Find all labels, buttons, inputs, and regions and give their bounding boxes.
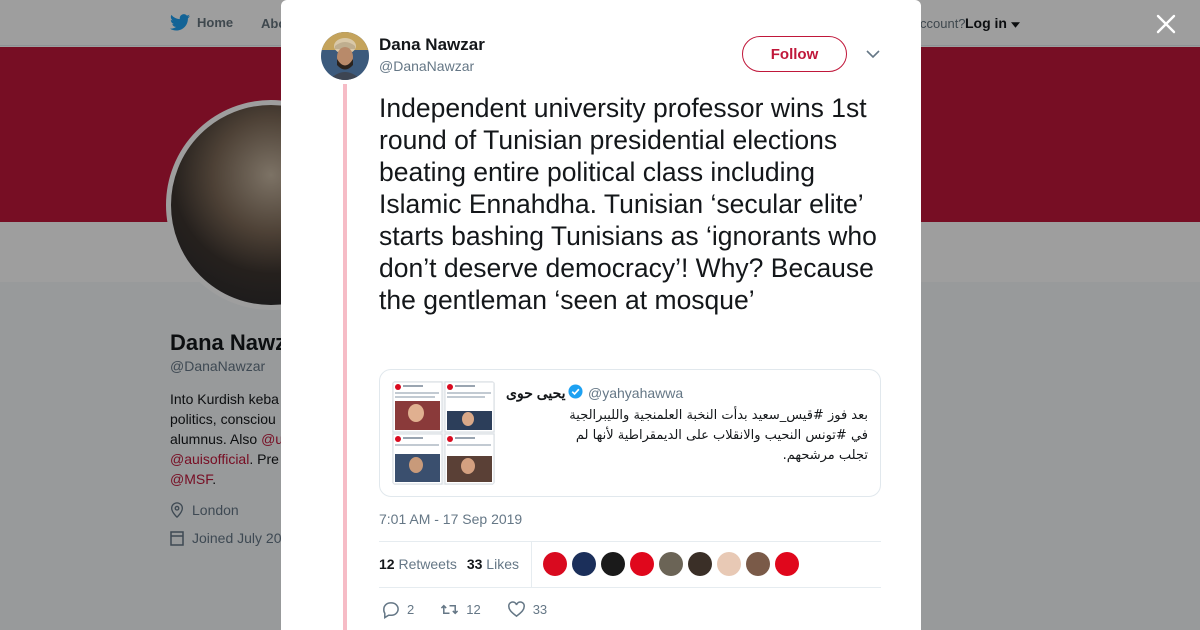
tweet-text: Independent university professor wins 1s… [379,93,877,315]
author-name[interactable]: Dana Nawzar [379,35,485,55]
liker-avatar[interactable] [572,552,596,576]
quoted-tweet-image [392,381,495,485]
liker-avatar[interactable] [746,552,770,576]
tweet-timestamp[interactable]: 7:01 AM - 17 Sep 2019 [379,511,522,527]
quoted-author-name[interactable]: يحيى حوى [506,385,566,402]
author-avatar[interactable] [321,32,369,80]
liker-avatars [543,552,799,576]
reply-icon [383,602,399,619]
quoted-tweet[interactable]: يحيى حوى @yahyahawwa بعد فوز #قيس_سعيد ب… [379,369,881,497]
liker-avatar[interactable] [630,552,654,576]
reply-button[interactable]: 2 [381,600,414,619]
tweet-stats: 12 Retweets 33 Likes [379,556,519,572]
retweet-button[interactable]: 12 [440,600,481,619]
liker-avatar[interactable] [659,552,683,576]
quoted-author-handle[interactable]: @yahyahawwa [588,385,683,401]
liker-avatar[interactable] [775,552,799,576]
author-handle[interactable]: @DanaNawzar [379,58,474,74]
likes-stat[interactable]: 33 Likes [467,556,519,572]
close-icon[interactable] [1153,11,1179,37]
verified-badge-icon [568,384,583,399]
quoted-tweet-thumbnail[interactable] [392,381,495,485]
retweet-icon [441,604,459,615]
quoted-tweet-text: بعد فوز #قيس_سعيد بدأت النخبة العلمنجية … [569,408,868,463]
liker-avatar[interactable] [601,552,625,576]
stats-separator [531,542,532,587]
thread-line [343,84,347,630]
retweets-stat[interactable]: 12 Retweets [379,556,457,572]
follow-button[interactable]: Follow [742,36,847,72]
tweet-modal: Dana Nawzar @DanaNawzar Follow Independe… [281,0,921,630]
tweet-actions: 2 12 33 [381,600,573,619]
liker-avatar[interactable] [543,552,567,576]
author-avatar-image [321,32,369,80]
divider [379,587,881,588]
divider [379,541,881,542]
like-button[interactable]: 33 [507,600,547,619]
more-options-chevron-icon[interactable] [865,46,881,62]
liker-avatar[interactable] [717,552,741,576]
liker-avatar[interactable] [688,552,712,576]
heart-icon [507,601,525,618]
